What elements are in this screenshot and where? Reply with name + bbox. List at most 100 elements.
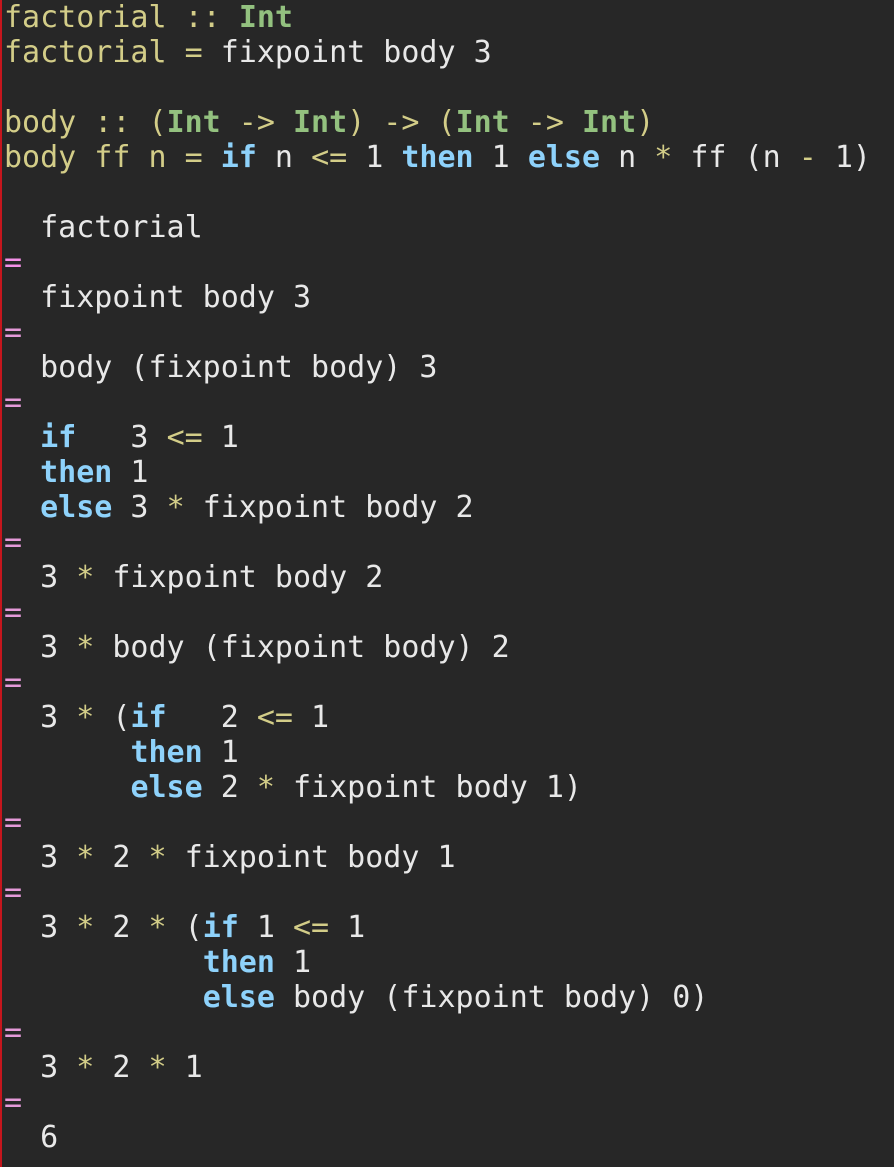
code-token: 1) [816, 140, 871, 175]
code-line: body :: (Int -> Int) -> (Int -> Int) [4, 105, 894, 140]
code-token: fixpoint body 2 [184, 490, 474, 525]
keyword-token: else [130, 770, 203, 805]
type-token: Int [455, 105, 510, 140]
code-line: 3 * (if 2 <= 1 [4, 700, 894, 735]
code-token: 1 [293, 700, 330, 735]
operator-token: <= [256, 700, 293, 735]
code-token: body (fixpoint body) 2 [94, 630, 510, 665]
operator-token: * [148, 910, 167, 945]
code-token: 2 [94, 910, 149, 945]
code-lines: factorial :: Int factorial = fixpoint bod… [4, 0, 894, 1155]
code-line: = [4, 665, 894, 700]
definition-token: factorial :: [4, 0, 239, 35]
code-token: 1 [274, 945, 312, 980]
equals-marker: = [4, 245, 23, 280]
code-line: = [4, 1085, 894, 1120]
code-line: then 1 [4, 945, 894, 980]
code-line: = [4, 245, 894, 280]
keyword-token: else [527, 140, 601, 175]
code-token: 3 [4, 1050, 77, 1085]
code-token: 2 [202, 770, 257, 805]
code-token: 2 [94, 840, 149, 875]
code-token: 3 [76, 420, 167, 455]
keyword-token: else [40, 490, 113, 525]
operator-token: * [76, 840, 95, 875]
keyword-token: if [220, 140, 257, 175]
equals-marker: = [4, 665, 23, 700]
code-editor[interactable]: factorial :: Int factorial = fixpoint bod… [0, 0, 894, 1167]
code-token: ( [94, 700, 131, 735]
code-line: factorial = fixpoint body 3 [4, 35, 894, 70]
operator-token: * [148, 1050, 167, 1085]
definition-token: factorial = [4, 35, 221, 70]
operator-token: * [148, 840, 167, 875]
code-token: 1 [238, 910, 293, 945]
operator-token: * [256, 770, 275, 805]
keyword-token: if [40, 420, 77, 455]
code-token: 2 [166, 700, 257, 735]
keyword-token: then [401, 140, 474, 175]
code-line: else 2 * fixpoint body 1) [4, 770, 894, 805]
code-token: 1 [202, 420, 239, 455]
operator-token: * [654, 140, 673, 175]
code-line: body (fixpoint body) 3 [4, 350, 894, 385]
operator-token: * [76, 630, 95, 665]
equals-marker: = [4, 595, 23, 630]
code-token: 1 [202, 735, 239, 770]
code-line: else 3 * fixpoint body 2 [4, 490, 894, 525]
equals-marker: = [4, 875, 23, 910]
equals-marker: = [4, 1085, 23, 1120]
code-line: = [4, 805, 894, 840]
code-token: n [256, 140, 312, 175]
code-token: 3 [4, 700, 77, 735]
code-line: 3 * 2 * fixpoint body 1 [4, 840, 894, 875]
code-line: if 3 <= 1 [4, 420, 894, 455]
code-token: 2 [94, 1050, 149, 1085]
code-line: factorial [4, 210, 894, 245]
code-token: 3 [4, 840, 77, 875]
definition-token: -> [220, 105, 293, 140]
equals-marker: = [4, 315, 23, 350]
code-line: = [4, 595, 894, 630]
code-token: body (fixpoint body) 3 [4, 350, 438, 385]
code-line: 3 * 2 * 1 [4, 1050, 894, 1085]
code-token: 1 [329, 910, 366, 945]
operator-token: <= [166, 420, 203, 455]
code-token: 3 [4, 560, 77, 595]
code-token: body (fixpoint body) 0) [274, 980, 709, 1015]
code-line: factorial :: Int [4, 0, 894, 35]
definition-token: body ff n = [4, 140, 221, 175]
code-line: 3 * 2 * (if 1 <= 1 [4, 910, 894, 945]
code-token: 3 [112, 490, 167, 525]
code-token: fixpoint body 3 [220, 35, 492, 70]
code-line: = [4, 1015, 894, 1050]
code-token: fixpoint body 1) [274, 770, 582, 805]
code-line: = [4, 875, 894, 910]
code-token: fixpoint body 2 [94, 560, 384, 595]
type-token: Int [582, 105, 637, 140]
code-token: 1 [347, 140, 402, 175]
code-token: 3 [4, 630, 77, 665]
operator-token: * [166, 490, 185, 525]
operator-token: <= [311, 140, 348, 175]
equals-marker: = [4, 385, 23, 420]
operator-token: * [76, 910, 95, 945]
keyword-token: then [40, 455, 113, 490]
definition-token: ) -> ( [347, 105, 456, 140]
type-token: Int [293, 105, 348, 140]
code-token: factorial [4, 210, 203, 245]
code-line: 3 * body (fixpoint body) 2 [4, 630, 894, 665]
code-line: = [4, 315, 894, 350]
code-token: 3 [4, 910, 77, 945]
equals-marker: = [4, 525, 23, 560]
code-token: ( [166, 910, 203, 945]
code-token: n [600, 140, 655, 175]
operator-token: * [76, 560, 95, 595]
code-token: ff (n [672, 140, 799, 175]
